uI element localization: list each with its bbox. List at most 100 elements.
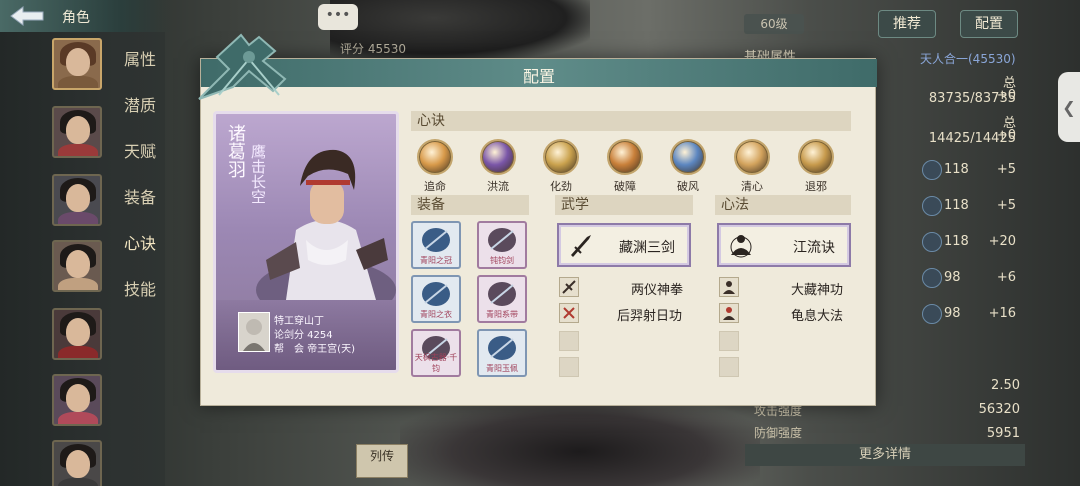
xinfa-sub-slot-icon[interactable] [719, 277, 739, 297]
stat-bonus: +5 [996, 162, 1016, 177]
wuxue-main-slot[interactable]: 藏渊三剑 [557, 223, 691, 267]
hero-portrait-art [256, 149, 396, 300]
defense-value: 5951 [986, 426, 1020, 441]
wuxue-main-name: 藏渊三剑 [619, 240, 675, 256]
stat-icon [922, 232, 942, 252]
equipment-item-icon [488, 228, 516, 252]
top-bar: 角色 [0, 0, 170, 32]
xinjue-orb-icon[interactable] [798, 139, 834, 175]
level-badge: 60级 [744, 14, 804, 34]
wuxue-section-header: 武学 [555, 195, 693, 215]
hero-portrait[interactable] [52, 308, 102, 360]
nav-item-mind-art[interactable]: 心诀 [124, 230, 156, 254]
stat-icon [922, 196, 942, 216]
hero-portrait[interactable] [52, 174, 102, 226]
hero-portrait[interactable] [52, 38, 102, 90]
stat-icon [922, 160, 942, 180]
equipment-slot[interactable]: 青阳系带 [477, 275, 527, 323]
empty-slot[interactable] [719, 331, 739, 351]
character-card: 诸葛羽 鹰击长空 特工穿山丁 论剑分 4254 帮 会 帝王宫(天) [213, 111, 399, 373]
stat-bonus: +6 [996, 270, 1016, 285]
nav-item-talent[interactable]: 天赋 [124, 138, 156, 162]
stat-icon [922, 304, 942, 324]
config-button[interactable]: 配置 [960, 10, 1018, 38]
character-title: 鹰击长空 [249, 144, 267, 204]
unity-value: 天人合一(45530) [920, 52, 1016, 66]
defense-label: 防御强度 [754, 426, 803, 440]
xinfa-sub-name: 大藏神功 [791, 283, 844, 298]
equipment-slot[interactable]: 天枫古器·千钧 [411, 329, 461, 377]
equipment-name: 钝钧剑 [490, 256, 514, 265]
sword-emblem-icon [198, 33, 287, 100]
sword-skill-icon [571, 235, 591, 257]
equipment-slot[interactable]: 钝钧剑 [477, 221, 527, 269]
back-button[interactable] [8, 4, 46, 28]
stat-ratio-value: 2.50 [991, 378, 1020, 393]
hero-portrait[interactable] [52, 440, 102, 486]
stat-value: 118 [944, 234, 969, 249]
nav-item-potential[interactable]: 潜质 [124, 92, 156, 116]
empty-slot[interactable] [719, 357, 739, 377]
xinfa-sub-name: 龟息大法 [791, 309, 844, 324]
hero-portrait[interactable] [52, 374, 102, 426]
stat-bonus: +20 [988, 234, 1016, 249]
chat-bubble-button[interactable]: ••• [318, 4, 358, 30]
config-modal: 配置 诸葛羽 鹰击长空 特工穿山丁 论剑分 4254 帮 会 帝王宫(天) 心诀… [198, 33, 877, 406]
xinfa-sub-slot-icon[interactable] [719, 303, 739, 323]
xinjue-orb-icon[interactable] [734, 139, 770, 175]
background-character-art [400, 400, 760, 486]
master-avatar [238, 312, 270, 352]
empty-slot[interactable] [559, 357, 579, 377]
equipment-name: 青阳系带 [486, 310, 518, 319]
nav-item-equipment[interactable]: 装备 [124, 184, 156, 208]
equipment-item-icon [488, 336, 516, 360]
equipment-slot[interactable]: 青阳之冠 [411, 221, 461, 269]
meditation-skill-icon [730, 235, 752, 258]
chevron-left-icon: ❮ [1062, 97, 1076, 117]
xinjue-orb-label: 清心 [741, 180, 763, 193]
wuxue-sub-slot-icon[interactable] [559, 303, 579, 323]
equipment-slot[interactable]: 青阳玉佩 [477, 329, 527, 377]
equipment-name: 青阳之衣 [420, 310, 452, 319]
hero-portrait[interactable] [52, 240, 102, 292]
side-drawer-tab[interactable]: ❮ [1058, 72, 1080, 142]
more-details-button[interactable]: 更多详情 [745, 444, 1025, 466]
nav-item-skills[interactable]: 技能 [124, 276, 156, 300]
xinjue-orb-label: 洪流 [487, 180, 509, 193]
sidebar: 属性 潜质 天赋 装备 心诀 技能 [0, 32, 165, 486]
xinjue-orb-icon[interactable] [670, 139, 706, 175]
attack-value: 56320 [978, 402, 1020, 417]
xinfa-main-name: 江流诀 [793, 240, 835, 256]
equipment-item-icon [422, 228, 450, 252]
wuxue-sub-name: 后羿射日功 [617, 309, 683, 324]
nav-item-attributes[interactable]: 属性 [124, 46, 156, 70]
recommend-button[interactable]: 推荐 [878, 10, 936, 38]
equipment-slot[interactable]: 青阳之衣 [411, 275, 461, 323]
back-arrow-icon [10, 6, 44, 26]
xinjue-orb-label: 化劲 [550, 180, 572, 193]
xinjue-orb-icon[interactable] [543, 139, 579, 175]
xinfa-main-slot[interactable]: 江流诀 [717, 223, 851, 267]
xinjue-orb-icon[interactable] [417, 139, 453, 175]
biography-button[interactable]: 列传 [356, 444, 408, 478]
xinjue-orb-icon[interactable] [607, 139, 643, 175]
wuxue-sub-slot-icon[interactable] [559, 277, 579, 297]
equipment-name: 天枫古器·千钧 [414, 353, 458, 373]
hero-portrait[interactable] [52, 106, 102, 158]
xinjue-orb-label: 退邪 [805, 180, 827, 193]
xinjue-orb-label: 破障 [614, 180, 636, 193]
master-name: 特工穿山丁 [274, 316, 324, 327]
xinjue-orb-label: 追命 [424, 180, 446, 193]
empty-slot[interactable] [559, 331, 579, 351]
xinjue-orb-icon[interactable] [480, 139, 516, 175]
mp-bonus: +0 [996, 128, 1016, 143]
stat-bonus: +16 [988, 306, 1016, 321]
xinjue-section-header: 心诀 [411, 111, 851, 131]
equipment-item-icon [422, 282, 450, 306]
xinjue-orb-label: 破风 [677, 180, 699, 193]
stat-value: 118 [944, 198, 969, 213]
equipment-name: 青阳玉佩 [486, 364, 518, 373]
stat-value: 98 [944, 270, 961, 285]
stat-icon [922, 268, 942, 288]
page-title: 角色 [62, 10, 90, 26]
